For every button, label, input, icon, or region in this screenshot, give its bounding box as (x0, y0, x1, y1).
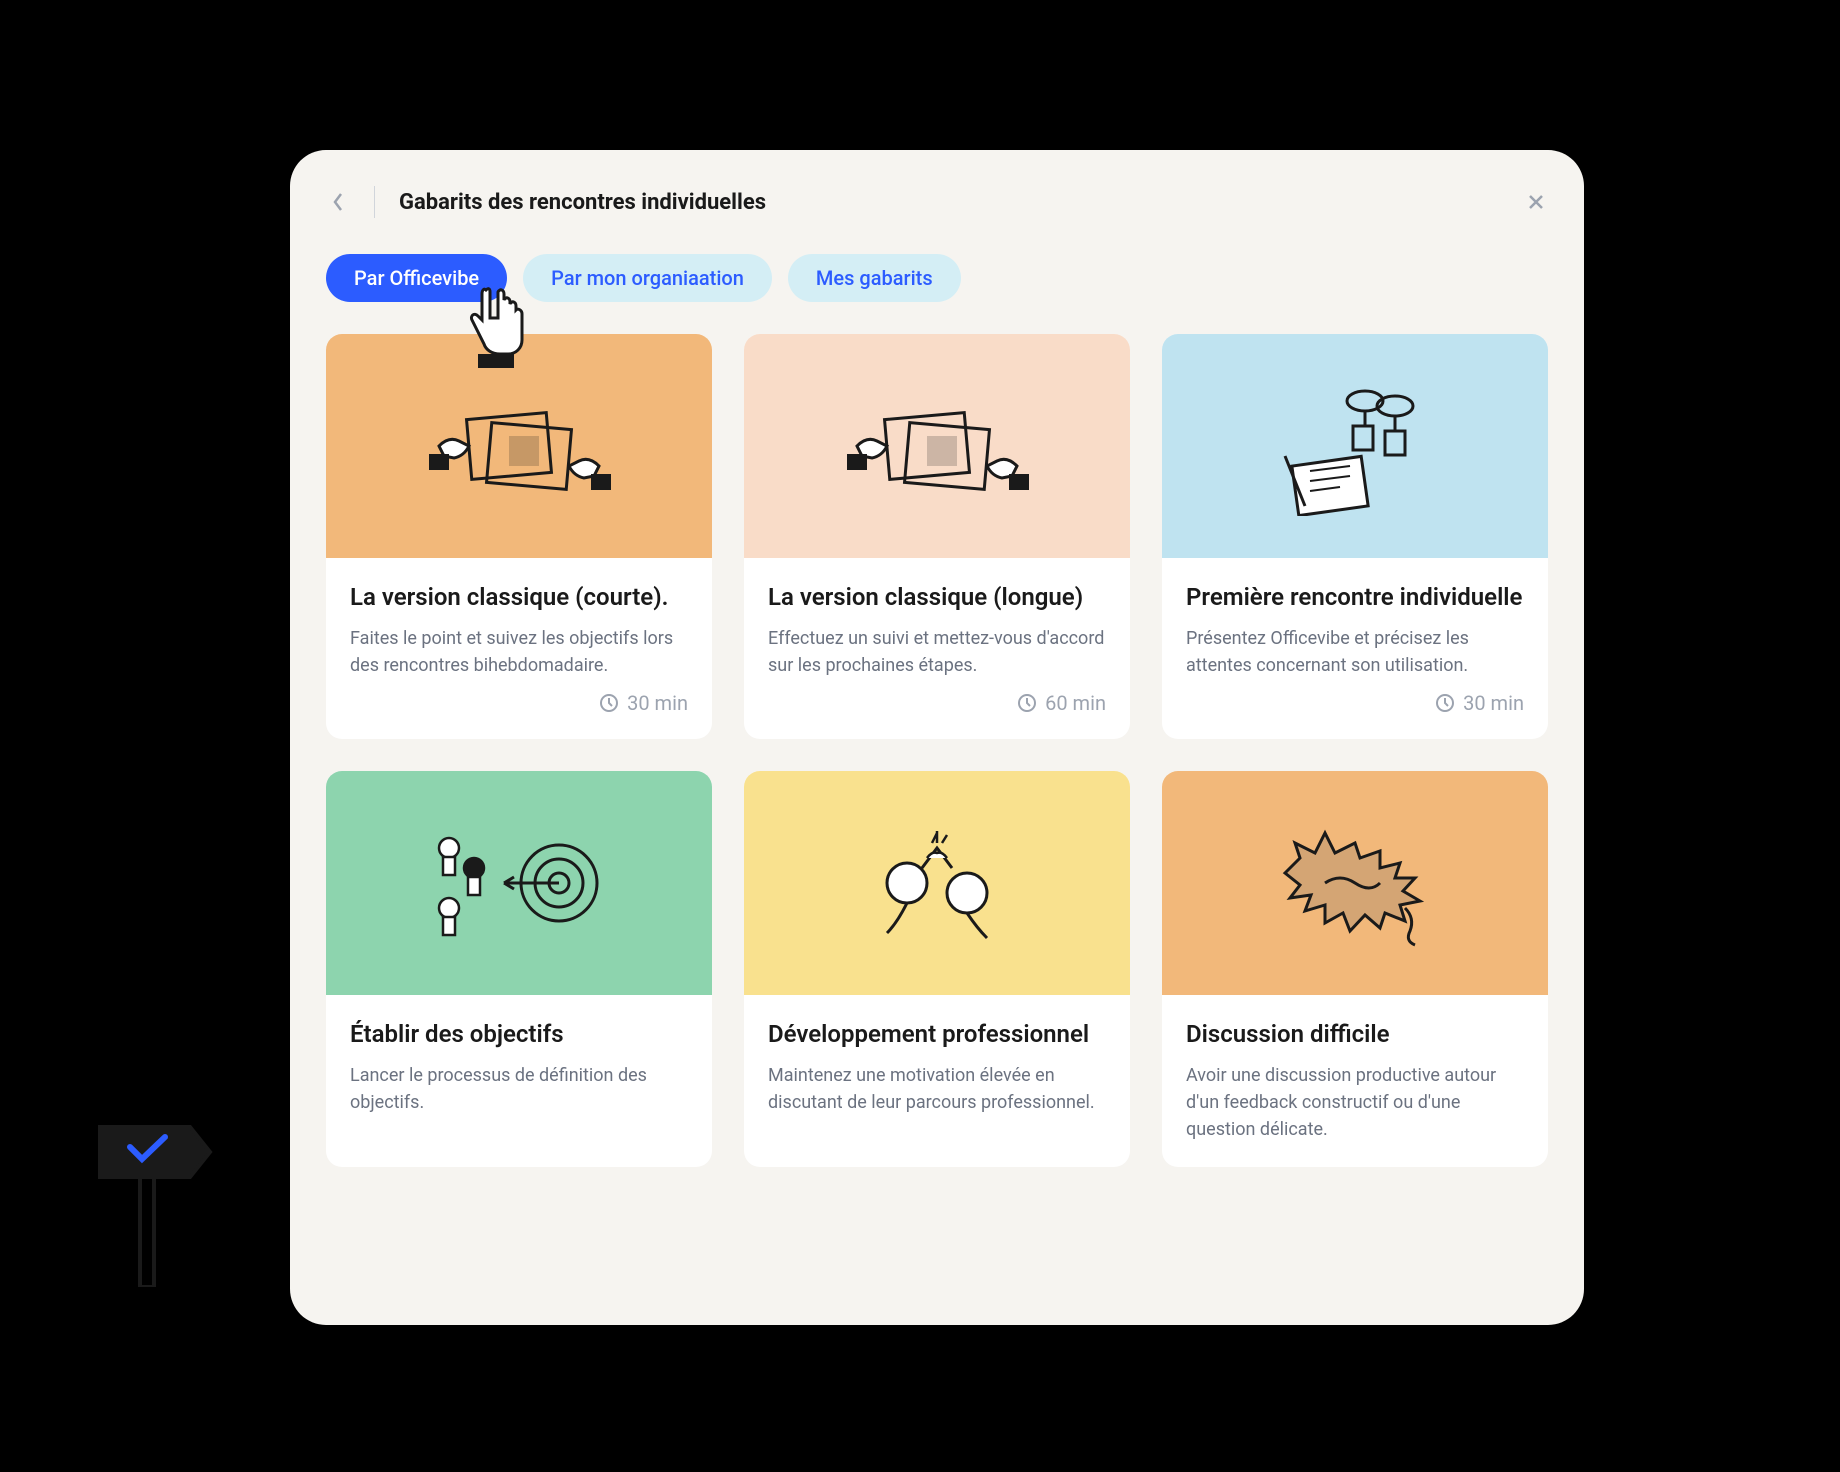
card-duration: 60 min (768, 691, 1106, 715)
card-illustration (744, 334, 1130, 558)
card-illustration (326, 771, 712, 995)
high-five-icon (837, 813, 1037, 953)
tab-organization[interactable]: Par mon organiaation (523, 254, 772, 302)
template-card[interactable]: La version classique (courte). Faites le… (326, 334, 712, 739)
hands-papers-icon (837, 376, 1037, 516)
template-card[interactable]: Première rencontre individuelle Présente… (1162, 334, 1548, 739)
card-title: Développement professionnel (768, 1019, 1106, 1050)
meeting-setup-icon (1255, 376, 1455, 516)
clock-icon (599, 693, 619, 713)
card-description: Effectuez un suivi et mettez-vous d'acco… (768, 625, 1106, 679)
hands-papers-icon (419, 376, 619, 516)
tab-my-templates[interactable]: Mes gabarits (788, 254, 961, 302)
card-body: Discussion difficile Avoir une discussio… (1162, 995, 1548, 1167)
card-description: Faites le point et suivez les objectifs … (350, 625, 688, 679)
template-card[interactable]: La version classique (longue) Effectuez … (744, 334, 1130, 739)
header-divider (374, 186, 375, 218)
signpost-icon (80, 1107, 230, 1287)
clock-icon (1435, 693, 1455, 713)
template-card[interactable]: Discussion difficile Avoir une discussio… (1162, 771, 1548, 1167)
card-body: Développement professionnel Maintenez un… (744, 995, 1130, 1167)
template-card[interactable]: Établir des objectifs Lancer le processu… (326, 771, 712, 1167)
modal-title: Gabarits des rencontres individuelles (399, 190, 1500, 215)
card-description: Lancer le processus de définition des ob… (350, 1062, 688, 1143)
card-duration: 30 min (1186, 691, 1524, 715)
target-people-icon (419, 813, 619, 953)
tab-officevibe[interactable]: Par Officevibe (326, 254, 507, 302)
card-illustration (1162, 334, 1548, 558)
templates-modal: Gabarits des rencontres individuelles Pa… (290, 150, 1584, 1325)
close-icon (1526, 192, 1546, 212)
clock-icon (1017, 693, 1037, 713)
close-button[interactable] (1524, 190, 1548, 214)
speech-burst-icon (1255, 813, 1455, 953)
card-title: Discussion difficile (1186, 1019, 1524, 1050)
card-title: Établir des objectifs (350, 1019, 688, 1050)
template-card[interactable]: Développement professionnel Maintenez un… (744, 771, 1130, 1167)
back-button[interactable] (326, 190, 350, 214)
filter-tabs: Par Officevibe Par mon organiaation Mes … (326, 254, 1548, 302)
duration-text: 60 min (1045, 691, 1106, 715)
modal-header: Gabarits des rencontres individuelles (326, 186, 1548, 218)
card-duration: 30 min (350, 691, 688, 715)
card-title: La version classique (longue) (768, 582, 1106, 613)
card-body: La version classique (courte). Faites le… (326, 558, 712, 739)
card-body: Première rencontre individuelle Présente… (1162, 558, 1548, 739)
card-body: La version classique (longue) Effectuez … (744, 558, 1130, 739)
card-illustration (326, 334, 712, 558)
card-body: Établir des objectifs Lancer le processu… (326, 995, 712, 1167)
card-title: La version classique (courte). (350, 582, 688, 613)
card-description: Maintenez une motivation élevée en discu… (768, 1062, 1106, 1143)
duration-text: 30 min (627, 691, 688, 715)
card-illustration (744, 771, 1130, 995)
card-description: Avoir une discussion productive autour d… (1186, 1062, 1524, 1143)
chevron-left-icon (331, 190, 345, 214)
duration-text: 30 min (1463, 691, 1524, 715)
card-illustration (1162, 771, 1548, 995)
cards-grid: La version classique (courte). Faites le… (326, 334, 1548, 1167)
card-title: Première rencontre individuelle (1186, 582, 1524, 613)
card-description: Présentez Officevibe et précisez les att… (1186, 625, 1524, 679)
